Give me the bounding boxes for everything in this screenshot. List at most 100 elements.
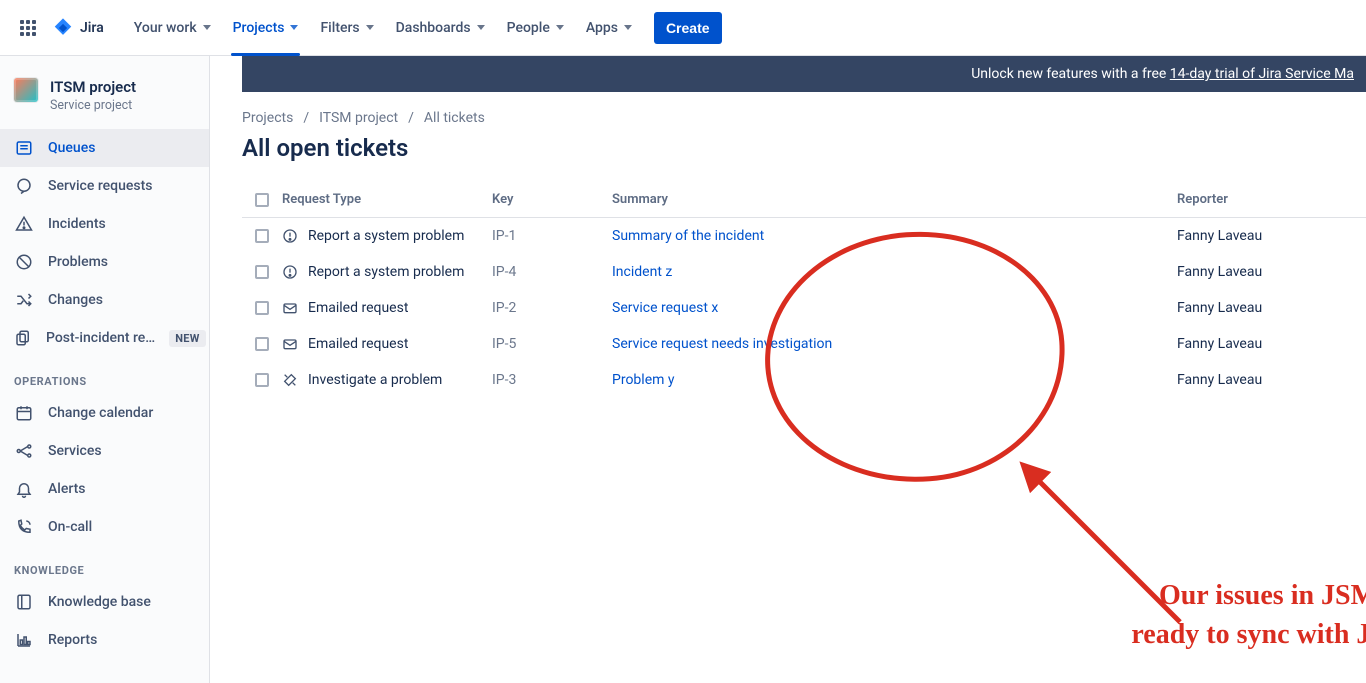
jira-logo[interactable]: Jira [48, 17, 112, 39]
cell-summary: Problem y [612, 362, 1177, 398]
sidebar-item-label: On-call [48, 519, 92, 535]
checkbox[interactable] [255, 301, 269, 315]
cell-request-type: Report a system problem [282, 218, 492, 254]
sidebar-item-label: Post-incident re… [46, 330, 155, 346]
sidebar-item-label: Service requests [48, 178, 152, 194]
top-nav: Jira Your work Projects Filters Dashboar… [0, 0, 1366, 56]
sidebar-section-knowledge: KNOWLEDGE [0, 546, 209, 583]
table-header-reporter[interactable]: Reporter [1177, 182, 1366, 218]
nav-your-work[interactable]: Your work [124, 12, 221, 44]
cell-key[interactable]: IP-3 [492, 362, 612, 398]
cell-reporter[interactable]: Fanny Laveau [1177, 362, 1366, 398]
request-type-label: Investigate a problem [308, 372, 442, 388]
table-row-checkbox [242, 327, 282, 361]
product-name: Jira [80, 20, 104, 36]
sidebar-item-alerts[interactable]: Alerts [0, 470, 209, 508]
nav-people[interactable]: People [497, 12, 574, 44]
cell-reporter[interactable]: Fanny Laveau [1177, 326, 1366, 362]
nav-dashboards[interactable]: Dashboards [386, 12, 495, 44]
banner-link[interactable]: 14-day trial of Jira Service Ma [1170, 66, 1354, 82]
bell-icon [14, 479, 34, 499]
main-content: Unlock new features with a free 14-day t… [210, 56, 1366, 683]
chevron-down-icon [203, 25, 211, 30]
breadcrumb-separator: / [303, 110, 309, 126]
cell-request-type: Emailed request [282, 290, 492, 326]
cell-request-type: Report a system problem [282, 254, 492, 290]
mail-icon [282, 300, 298, 316]
summary-link[interactable]: Incident z [612, 264, 672, 280]
checkbox[interactable] [255, 373, 269, 387]
breadcrumb-projects[interactable]: Projects [242, 110, 293, 126]
summary-link[interactable]: Service request x [612, 300, 718, 316]
annotation-arrow [1010, 452, 1210, 652]
cell-reporter[interactable]: Fanny Laveau [1177, 218, 1366, 254]
create-button[interactable]: Create [654, 12, 722, 44]
table-row-checkbox [242, 291, 282, 325]
sidebar-item-label: Change calendar [48, 405, 153, 421]
sidebar-item-service-requests[interactable]: Service requests [0, 167, 209, 205]
sidebar-item-label: Queues [48, 140, 95, 156]
sidebar: ITSM project Service project Queues Serv… [0, 56, 210, 683]
sidebar-item-problems[interactable]: Problems [0, 243, 209, 281]
sidebar-item-queues[interactable]: Queues [0, 129, 209, 167]
chevron-down-icon [366, 25, 374, 30]
project-avatar-icon [14, 78, 38, 102]
sidebar-item-changes[interactable]: Changes [0, 281, 209, 319]
checkbox-select-all[interactable] [255, 193, 269, 207]
table-header-request-type[interactable]: Request Type [282, 182, 492, 218]
project-header[interactable]: ITSM project Service project [0, 74, 209, 129]
sidebar-item-label: Knowledge base [48, 594, 151, 610]
cell-key[interactable]: IP-5 [492, 326, 612, 362]
trial-banner: Unlock new features with a free 14-day t… [242, 56, 1366, 92]
sidebar-item-change-calendar[interactable]: Change calendar [0, 394, 209, 432]
sidebar-section-operations: OPERATIONS [0, 357, 209, 394]
cell-summary: Summary of the incident [612, 218, 1177, 254]
chevron-down-icon [290, 25, 298, 30]
chevron-down-icon [477, 25, 485, 30]
nav-apps[interactable]: Apps [576, 12, 642, 44]
breadcrumb-separator: / [408, 110, 414, 126]
list-icon [14, 138, 34, 158]
sidebar-item-incidents[interactable]: Incidents [0, 205, 209, 243]
sidebar-item-reports[interactable]: Reports [0, 621, 209, 659]
sidebar-item-label: Reports [48, 632, 97, 648]
nav-projects[interactable]: Projects [223, 12, 309, 44]
cell-reporter[interactable]: Fanny Laveau [1177, 254, 1366, 290]
sidebar-item-oncall[interactable]: On-call [0, 508, 209, 546]
table-header-key[interactable]: Key [492, 182, 612, 218]
cell-reporter[interactable]: Fanny Laveau [1177, 290, 1366, 326]
checkbox[interactable] [255, 337, 269, 351]
sidebar-item-post-incident[interactable]: Post-incident re… NEW [0, 319, 209, 357]
table-header-checkbox [242, 183, 282, 218]
app-switcher-icon[interactable] [12, 12, 44, 44]
sidebar-item-label: Services [48, 443, 102, 459]
report-icon [14, 630, 34, 650]
copy-icon [14, 328, 32, 348]
sidebar-item-services[interactable]: Services [0, 432, 209, 470]
cell-summary: Service request needs investigation [612, 326, 1177, 362]
table-row-checkbox [242, 363, 282, 397]
cell-key[interactable]: IP-2 [492, 290, 612, 326]
sidebar-item-label: Incidents [48, 216, 106, 232]
cell-key[interactable]: IP-4 [492, 254, 612, 290]
page-title: All open tickets [242, 134, 1366, 162]
request-type-label: Emailed request [308, 300, 408, 316]
summary-link[interactable]: Service request needs investigation [612, 336, 832, 352]
breadcrumb-current[interactable]: All tickets [424, 110, 485, 126]
breadcrumb-project-name[interactable]: ITSM project [319, 110, 398, 126]
project-title: ITSM project [50, 78, 136, 96]
sidebar-item-knowledge-base[interactable]: Knowledge base [0, 583, 209, 621]
checkbox[interactable] [255, 265, 269, 279]
shuffle-icon [14, 290, 34, 310]
cell-key[interactable]: IP-1 [492, 218, 612, 254]
mail-icon [282, 336, 298, 352]
checkbox[interactable] [255, 229, 269, 243]
nav-filters[interactable]: Filters [310, 12, 383, 44]
summary-link[interactable]: Problem y [612, 372, 675, 388]
tools-icon [282, 372, 298, 388]
nav-items: Your work Projects Filters Dashboards Pe… [124, 12, 642, 44]
summary-link[interactable]: Summary of the incident [612, 228, 764, 244]
request-type-label: Report a system problem [308, 264, 464, 280]
table-header-summary[interactable]: Summary [612, 182, 1177, 218]
sidebar-item-label: Problems [48, 254, 108, 270]
